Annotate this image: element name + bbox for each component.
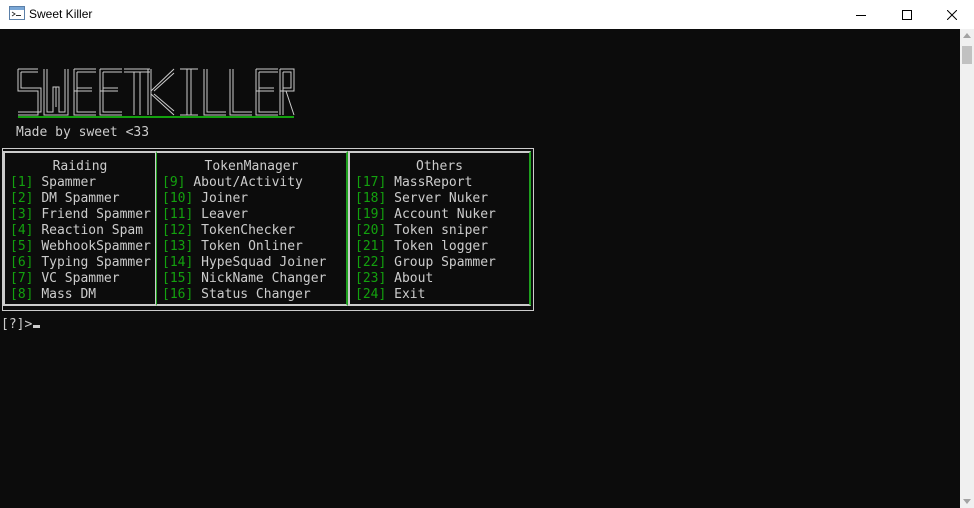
menu-item: [3] Friend Spammer (10, 207, 151, 222)
menu-item: [18] Server Nuker (355, 191, 489, 206)
menu-item: [14] HypeSquad Joiner (162, 255, 327, 270)
logo-art (17, 68, 295, 118)
menu-item: [9] About/Activity (162, 175, 303, 190)
console-area[interactable]: Made by sweet <33 Raiding [1] Spammer [2… (0, 29, 960, 508)
scroll-down-icon[interactable] (963, 499, 971, 504)
close-button[interactable] (929, 0, 974, 29)
menu-item: [13] Token Onliner (162, 239, 303, 254)
window-title: Sweet Killer (29, 7, 93, 21)
minimize-button[interactable] (838, 0, 884, 29)
menu-item: [20] Token sniper (355, 223, 489, 238)
console-app-icon (9, 6, 25, 20)
menu-item: [15] NickName Changer (162, 271, 327, 286)
sweet-killer-logo (16, 67, 296, 123)
menu-item: [7] VC Spammer (10, 271, 120, 286)
column-heading: Others (416, 159, 463, 174)
menu-item: [23] About (355, 271, 434, 286)
command-prompt[interactable]: [?]> (1, 317, 41, 333)
menu-item: [2] DM Spammer (10, 191, 120, 206)
menu-item: [5] WebhookSpammer (10, 239, 151, 254)
menu-item: [10] Joiner (162, 191, 249, 206)
menu-item: [24] Exit (355, 287, 426, 302)
title-bar: Sweet Killer (0, 0, 974, 29)
menu-item: [19] Account Nuker (355, 207, 496, 222)
menu-item: [16] Status Changer (162, 287, 311, 302)
minimize-icon (856, 14, 866, 16)
credit-text: Made by sweet <33 (16, 125, 150, 140)
column-heading: TokenManager (204, 159, 299, 174)
menu-item: [8] Mass DM (10, 287, 97, 302)
vertical-scrollbar[interactable] (960, 29, 974, 508)
menu-item: [1] Spammer (10, 175, 97, 190)
tokenmanager-column: TokenManager [9] About/Activity [10] Joi… (156, 151, 348, 306)
close-icon (947, 9, 957, 20)
menu-item: [17] MassReport (355, 175, 473, 190)
others-column: Others [17] MassReport [18] Server Nuker… (348, 151, 531, 306)
maximize-icon (902, 9, 912, 20)
raiding-column: Raiding [1] Spammer [2] DM Spammer [3] F… (3, 151, 156, 306)
menu-item: [6] Typing Spammer (10, 255, 151, 270)
text-cursor (33, 325, 41, 328)
menu-item: [21] Token logger (355, 239, 489, 254)
prompt-text: [?]> (1, 317, 33, 332)
menu-item: [22] Group Spammer (355, 255, 496, 270)
scroll-up-icon[interactable] (963, 33, 971, 38)
maximize-button[interactable] (884, 0, 930, 29)
menu-item: [4] Reaction Spam (10, 223, 144, 238)
menu-item: [11] Leaver (162, 207, 249, 222)
menu-item: [12] TokenChecker (162, 223, 296, 238)
column-heading: Raiding (52, 159, 108, 174)
menu-table: Raiding [1] Spammer [2] DM Spammer [3] F… (2, 148, 534, 311)
scrollbar-thumb[interactable] (962, 46, 972, 64)
